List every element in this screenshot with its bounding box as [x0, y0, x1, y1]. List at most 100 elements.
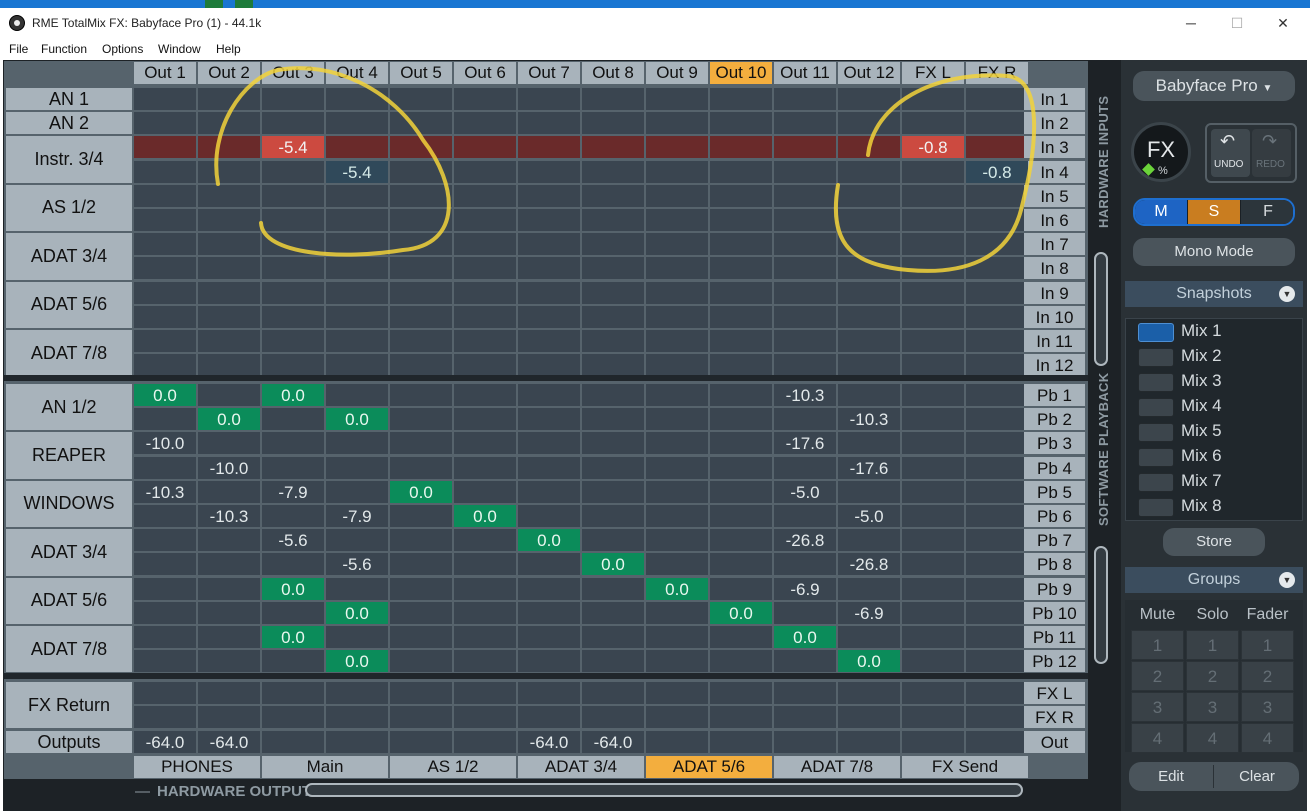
matrix-cell[interactable]	[262, 706, 324, 729]
matrix-cell[interactable]	[134, 706, 196, 729]
matrix-cell[interactable]	[966, 330, 1028, 352]
matrix-cell[interactable]	[390, 456, 452, 479]
column-header-out-12[interactable]: Out 12	[838, 62, 900, 84]
matrix-cell[interactable]	[198, 354, 260, 377]
matrix-cell[interactable]	[134, 408, 196, 431]
hardware-outputs-scrollbar[interactable]	[305, 783, 1023, 797]
matrix-cell[interactable]	[966, 233, 1028, 256]
matrix-cell[interactable]	[966, 184, 1028, 207]
matrix-cell[interactable]	[454, 577, 516, 600]
matrix-cell[interactable]	[646, 257, 708, 280]
matrix-cell[interactable]	[390, 305, 452, 328]
matrix-cell[interactable]	[902, 601, 964, 624]
matrix-cell[interactable]	[902, 706, 964, 729]
matrix-cell[interactable]	[518, 577, 580, 600]
group-slot[interactable]: 4	[1186, 723, 1239, 753]
matrix-cell[interactable]	[902, 184, 964, 207]
matrix-cell[interactable]	[646, 160, 708, 183]
matrix-cell[interactable]	[902, 650, 964, 673]
matrix-cell[interactable]	[710, 529, 772, 552]
matrix-cell[interactable]	[518, 650, 580, 673]
matrix-cell[interactable]	[262, 257, 324, 280]
software-playback-scrollbar[interactable]	[1094, 546, 1108, 664]
matrix-cell[interactable]	[966, 257, 1028, 280]
matrix-cell[interactable]	[390, 160, 452, 183]
matrix-cell[interactable]	[710, 480, 772, 503]
matrix-cell[interactable]	[326, 305, 388, 328]
column-header-out-8[interactable]: Out 8	[582, 62, 644, 84]
matrix-cell[interactable]	[966, 384, 1028, 406]
column-header-out-5[interactable]: Out 5	[390, 62, 452, 84]
matrix-gain-cell[interactable]: -7.9	[326, 505, 388, 527]
matrix-gain-cell[interactable]: -0.8	[902, 136, 964, 159]
matrix-cell[interactable]	[582, 281, 644, 304]
matrix-cell[interactable]	[326, 112, 388, 135]
matrix-cell[interactable]	[518, 112, 580, 135]
output-group-as-1-2[interactable]: AS 1/2	[390, 756, 516, 778]
output-cell[interactable]	[390, 731, 452, 753]
matrix-cell[interactable]	[134, 88, 196, 110]
matrix-cell[interactable]	[454, 281, 516, 304]
matrix-cell[interactable]	[582, 209, 644, 231]
matrix-cell[interactable]	[582, 305, 644, 328]
matrix-cell[interactable]	[454, 408, 516, 431]
matrix-cell[interactable]	[454, 184, 516, 207]
matrix-gain-cell[interactable]: -10.3	[838, 408, 900, 431]
snapshot-indicator[interactable]	[1138, 498, 1174, 517]
matrix-cell[interactable]	[710, 330, 772, 352]
matrix-cell[interactable]	[262, 553, 324, 576]
matrix-cell[interactable]	[838, 281, 900, 304]
matrix-cell[interactable]	[134, 354, 196, 377]
matrix-cell[interactable]	[326, 529, 388, 552]
matrix-cell[interactable]	[262, 160, 324, 183]
matrix-cell[interactable]	[262, 112, 324, 135]
matrix-cell[interactable]	[774, 281, 836, 304]
matrix-cell[interactable]	[710, 136, 772, 159]
matrix-cell[interactable]	[454, 354, 516, 377]
matrix-cell[interactable]	[198, 682, 260, 704]
matrix-cell[interactable]	[646, 553, 708, 576]
output-cell[interactable]	[774, 731, 836, 753]
matrix-cell[interactable]	[774, 682, 836, 704]
matrix-cell[interactable]	[326, 456, 388, 479]
matrix-cell[interactable]	[454, 209, 516, 231]
matrix-gain-cell[interactable]: 0.0	[710, 601, 772, 624]
matrix-cell[interactable]	[646, 456, 708, 479]
matrix-cell[interactable]	[326, 330, 388, 352]
snapshot-item[interactable]: Mix 2	[1138, 345, 1298, 369]
menu-window[interactable]: Window	[158, 42, 201, 56]
matrix-cell[interactable]	[774, 505, 836, 527]
row-group-label[interactable]: AN 1/2	[6, 384, 132, 431]
matrix-cell[interactable]	[582, 112, 644, 135]
matrix-gain-cell[interactable]: 0.0	[454, 505, 516, 527]
matrix-cell[interactable]	[646, 626, 708, 648]
matrix-cell[interactable]	[326, 184, 388, 207]
matrix-cell[interactable]	[966, 408, 1028, 431]
matrix-cell[interactable]	[134, 305, 196, 328]
snapshot-indicator[interactable]	[1138, 448, 1174, 467]
matrix-cell[interactable]	[966, 626, 1028, 648]
matrix-gain-cell[interactable]: 0.0	[646, 577, 708, 600]
matrix-cell[interactable]	[902, 257, 964, 280]
output-cell[interactable]	[262, 731, 324, 753]
matrix-cell[interactable]	[390, 553, 452, 576]
output-cell[interactable]	[902, 731, 964, 753]
row-group-label[interactable]: ADAT 3/4	[6, 529, 132, 576]
matrix-cell[interactable]	[134, 330, 196, 352]
matrix-cell[interactable]	[774, 136, 836, 159]
output-group-phones[interactable]: PHONES	[134, 756, 260, 778]
matrix-cell[interactable]	[902, 384, 964, 406]
matrix-cell[interactable]	[390, 408, 452, 431]
matrix-cell[interactable]	[326, 136, 388, 159]
matrix-cell[interactable]	[390, 184, 452, 207]
matrix-cell[interactable]	[262, 432, 324, 455]
redo-button[interactable]: ↷ REDO	[1252, 129, 1291, 177]
matrix-cell[interactable]	[262, 281, 324, 304]
group-slot[interactable]: 2	[1186, 661, 1239, 691]
matrix-cell[interactable]	[134, 505, 196, 527]
matrix-cell[interactable]	[262, 408, 324, 431]
matrix-cell[interactable]	[966, 88, 1028, 110]
group-slot[interactable]: 2	[1241, 661, 1294, 691]
matrix-gain-cell[interactable]: -5.4	[262, 136, 324, 159]
matrix-cell[interactable]	[326, 384, 388, 406]
